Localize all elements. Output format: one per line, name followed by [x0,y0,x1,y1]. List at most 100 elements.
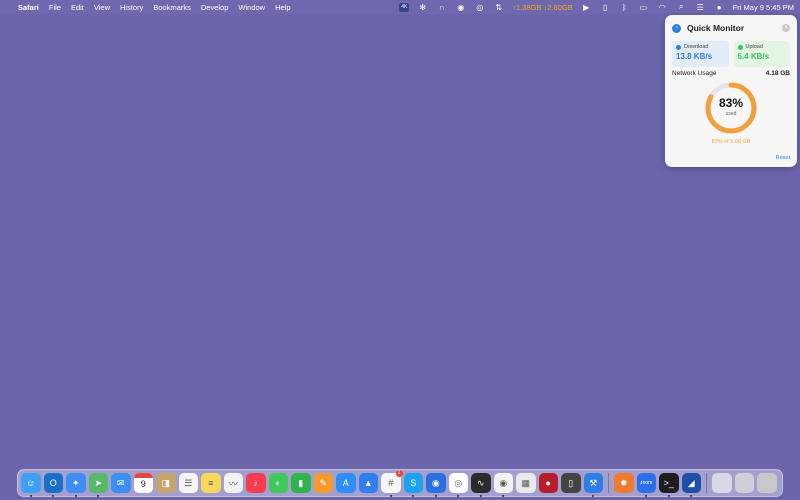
location-glyph: ◉ [431,477,440,488]
dock-slack-icon[interactable]: #1 [381,470,403,497]
dock-numbers-icon[interactable]: ▮ [291,473,311,493]
clipboard-icon[interactable]: ▯ [600,3,611,12]
dock-keynote-icon[interactable]: ▲ [358,473,378,493]
gamepad-icon[interactable]: ◉ [455,3,466,12]
usage-gauge: 83% used [703,80,759,136]
dock-terminal-icon[interactable]: >_ [659,473,679,497]
siri-icon[interactable]: ● [714,3,725,12]
dock-notes-icon[interactable]: ≡ [201,473,221,493]
usage-total: 4.18 GB [765,70,790,77]
menu-history[interactable]: History [120,3,143,12]
dock: ☺ O ✦ ➤ ✉ 9 ◨ ☰ ≡ 〰 ♪ ◐ ▮ ✎ A ▲ #1 S ◉ ◎ ∿ ◉ ▦ ● ▯ ⚒ ✹ zoom >_ ◢ [17,469,783,497]
usage-label: Network Usage [672,70,717,77]
snowflake-icon[interactable]: ✻ [417,3,428,12]
music-glyph: ♪ [253,478,259,488]
dock-screen-tool-icon[interactable]: ◢ [681,473,701,497]
battery-icon[interactable]: ▭ [638,3,649,12]
dock-reminders-icon[interactable]: ☰ [178,473,198,493]
dock-freeform-icon[interactable]: 〰 [223,473,243,493]
popup-header: ◔ Quick Monitor × [672,20,790,36]
dock-chrome-icon[interactable]: ◎ [448,473,468,497]
play-icon[interactable]: ▶ [581,3,592,12]
eye-icon[interactable]: ◎ [474,3,485,12]
download-label: Download [684,44,709,50]
menu-help[interactable]: Help [275,3,290,12]
download-card: Download 13.8 KB/s [672,41,729,67]
skype-glyph: S [410,478,417,488]
dock-location-icon[interactable]: ◉ [426,473,446,497]
menu-develop[interactable]: Develop [201,3,229,12]
dock-maps-icon[interactable]: ➤ [88,473,108,497]
menu-app-name[interactable]: Safari [18,3,39,12]
reset-button[interactable]: Reset [776,155,790,161]
dock-app-store-icon[interactable]: A [336,473,356,493]
dock-xcode-icon[interactable]: ⚒ [583,473,603,497]
podcasts-glyph: ◉ [499,477,508,488]
download-icon [676,44,681,50]
dock-burst-icon[interactable]: ✹ [614,473,634,493]
activity-monitor-glyph: ∿ [476,477,485,488]
dock-mobile-device-icon[interactable]: ▯ [561,473,581,493]
upload-value: 5.4 KB/s [737,52,770,61]
numbers-glyph: ▮ [298,477,304,488]
menu-window[interactable]: Window [238,3,265,12]
menu-bookmarks[interactable]: Bookmarks [153,3,191,12]
messages-glyph: ◐ [275,478,281,488]
display-badge-icon[interactable]: 4K [399,2,410,12]
calendar-day: 9 [140,479,146,490]
quick-monitor-logo-icon: ◔ [672,23,681,33]
control-center-icon[interactable]: ☰ [695,3,706,12]
dock-finder-icon[interactable]: ☺ [21,473,41,497]
notification-badge: 1 [395,470,403,478]
menu-file[interactable]: File [49,3,61,12]
outlook-glyph: O [49,478,57,488]
terminal-glyph: >_ [663,478,674,488]
network-stats-text[interactable]: ↑1.38GB ↓2.80GB [512,3,572,12]
xcode-glyph: ⚒ [589,477,598,488]
notes-glyph: ≡ [208,478,214,488]
dock-music-icon[interactable]: ♪ [246,473,266,493]
dock-photo-booth-icon[interactable]: ● [538,473,558,493]
menu-view[interactable]: View [94,3,110,12]
dock-messages-icon[interactable]: ◐ [268,473,288,493]
popup-title: Quick Monitor [687,23,745,33]
dock-outlook-icon[interactable]: O [43,473,63,497]
search-icon[interactable]: ⌕ [676,2,687,12]
dock-mail-icon[interactable]: ✉ [111,473,131,493]
dock-separator [706,473,707,493]
photo-booth-glyph: ● [545,478,551,488]
dock-screenshots-stack-icon[interactable] [734,473,754,493]
dock-safari-icon[interactable]: ✦ [66,473,86,497]
dock-podcasts-icon[interactable]: ◉ [493,473,513,497]
dock-skype-icon[interactable]: S [403,473,423,497]
dock-launchpad-icon[interactable]: ▦ [516,473,536,493]
dock-calendar-icon[interactable]: 9 [133,473,153,493]
menu-bar: Safari File Edit View History Bookmarks … [0,0,800,14]
dock-pages-icon[interactable]: ✎ [313,473,333,493]
app-store-glyph: A [342,478,349,488]
wifi-icon[interactable]: ◠ [657,3,668,12]
chrome-glyph: ◎ [454,477,463,488]
launchpad-glyph: ▦ [521,477,530,488]
menu-edit[interactable]: Edit [71,3,84,12]
dock-contacts-icon[interactable]: ◨ [156,473,176,493]
usage-row: Network Usage 4.18 GB [672,70,790,77]
bluetooth-icon[interactable]: ᛒ [619,3,630,12]
finder-glyph: ☺ [26,478,36,488]
dock-activity-monitor-icon[interactable]: ∿ [471,473,491,497]
calendar-header [133,473,153,479]
dock-downloads-stack-icon[interactable] [712,473,732,493]
dock-trash-icon[interactable] [757,473,777,493]
contacts-glyph: ◨ [161,477,170,488]
upload-icon [737,44,743,50]
menu-clock[interactable]: Fri May 9 5:45 PM [733,3,794,12]
dock-separator [608,473,609,493]
quick-monitor-popup: ◔ Quick Monitor × Download 13.8 KB/s Upl… [665,15,797,167]
safari-glyph: ✦ [71,477,80,488]
network-arrows-icon[interactable]: ⇅ [493,3,504,12]
dock-zoom-icon[interactable]: zoom [636,473,656,497]
headphones-icon[interactable]: ∩ [436,3,447,12]
download-value: 13.8 KB/s [676,52,713,61]
close-icon[interactable]: × [782,24,790,32]
mobile-device-glyph: ▯ [568,477,574,488]
